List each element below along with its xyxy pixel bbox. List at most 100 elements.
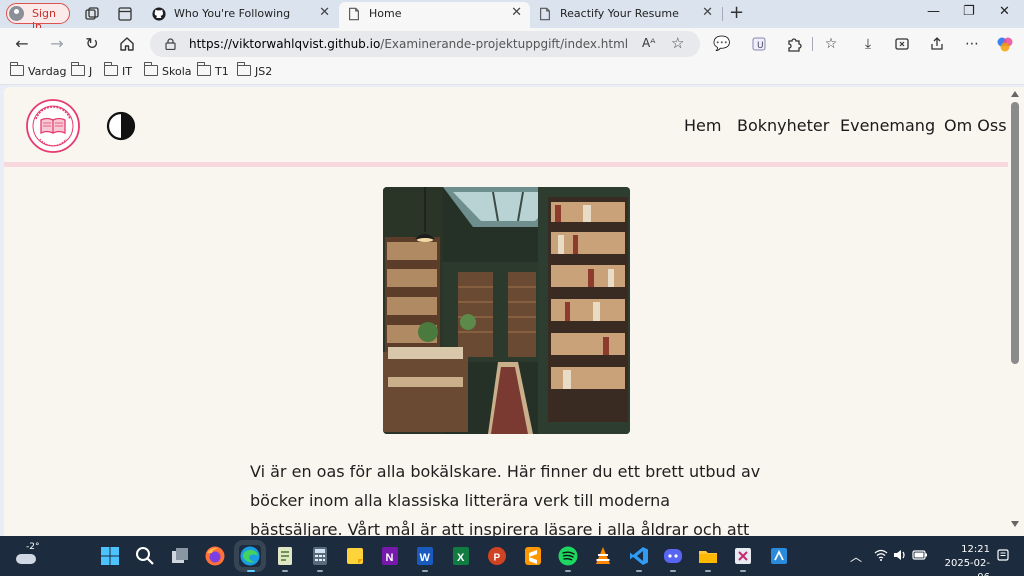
tab-title: Who You're Following (174, 7, 291, 20)
bookmark-folder[interactable]: Skola (144, 62, 192, 81)
toolbar-separator (812, 37, 813, 51)
running-app-indicator (565, 570, 571, 572)
firefox-icon[interactable] (204, 545, 226, 567)
sublime-text-icon[interactable] (522, 545, 544, 567)
tab-reactify[interactable]: Reactify Your Resume ✕ (530, 2, 721, 28)
search-icon[interactable] (134, 545, 156, 567)
azure-data-studio-icon[interactable] (768, 545, 790, 567)
volume-icon[interactable] (893, 548, 907, 562)
favorite-star-icon[interactable]: ☆ (671, 34, 684, 52)
file-explorer-icon[interactable] (697, 545, 719, 567)
scrollbar-thumb[interactable] (1011, 102, 1019, 364)
share-icon[interactable] (928, 35, 946, 53)
close-tab-icon[interactable]: ✕ (319, 5, 330, 20)
nav-link-evenemang[interactable]: Evenemang (840, 116, 935, 135)
active-app-indicator (247, 570, 255, 572)
windows-start-icon[interactable] (99, 545, 121, 567)
bookmark-folder[interactable]: J (71, 62, 92, 81)
tab-separator (722, 7, 723, 21)
favorites-icon[interactable]: ☆ (822, 35, 840, 53)
clock-time: 12:21 (961, 544, 990, 555)
home-icon[interactable] (117, 34, 137, 54)
chat-icon[interactable]: 💬 (713, 35, 731, 53)
forward-arrow-icon[interactable]: → (47, 34, 67, 54)
bookmark-folder[interactable]: JS2 (237, 62, 273, 81)
running-app-indicator (740, 570, 746, 572)
powerpoint-icon[interactable]: P (486, 545, 508, 567)
battery-icon[interactable] (912, 548, 928, 562)
close-tab-icon[interactable]: ✕ (702, 5, 713, 20)
downloads-icon[interactable]: ⤓ (859, 35, 877, 53)
windows-taskbar: -2° N W X P ︿ 12:21 2025-02- (0, 536, 1024, 576)
theme-toggle-icon[interactable] (106, 111, 136, 141)
bookmark-label: IT (122, 65, 132, 78)
restore-icon[interactable]: ❐ (963, 4, 975, 19)
sticky-notes-icon[interactable] (344, 545, 366, 567)
workspaces-icon[interactable] (84, 6, 100, 22)
close-tab-icon[interactable]: ✕ (511, 5, 522, 20)
intro-paragraph: Vi är en oas för alla bokälskare. Här fi… (250, 462, 761, 536)
task-view-icon[interactable] (169, 545, 191, 567)
url-text[interactable]: https://viktorwahlqvist.github.io/Examin… (189, 37, 628, 51)
bookstore-hero-image (383, 187, 630, 434)
tab-title: Reactify Your Resume (560, 7, 679, 20)
nav-link-om-oss[interactable]: Om Oss (944, 116, 1007, 135)
notepad-plus-icon[interactable] (274, 545, 296, 567)
address-bar[interactable]: https://viktorwahlqvist.github.io/Examin… (150, 31, 700, 57)
sign-in-button[interactable]: Sign in (6, 3, 70, 33)
folder-icon (237, 62, 251, 76)
tab-github[interactable]: Who You're Following ✕ (144, 2, 338, 28)
screenshot-icon[interactable] (893, 35, 911, 53)
tab-actions-icon[interactable] (117, 6, 133, 22)
browser-toolbar: ← → ↻ https://viktorwahlqvist.github.io/… (0, 28, 1024, 60)
new-tab-button[interactable]: + (729, 2, 744, 23)
svg-text:W: W (420, 552, 431, 564)
onenote-icon[interactable]: N (379, 545, 401, 567)
wifi-icon[interactable] (874, 548, 888, 562)
snipping-tool-icon[interactable] (732, 545, 754, 567)
back-arrow-icon[interactable]: ← (12, 34, 32, 54)
tab-home[interactable]: Home ✕ (339, 2, 530, 28)
running-app-indicator (422, 570, 428, 572)
show-hidden-icons-chevron-icon[interactable]: ︿ (850, 548, 862, 565)
nav-link-boknyheter[interactable]: Boknyheter (737, 116, 829, 135)
scroll-up-arrow-icon[interactable] (1011, 91, 1019, 97)
vscode-icon[interactable] (628, 545, 650, 567)
bookmark-folder[interactable]: IT (104, 62, 132, 81)
copilot-icon[interactable] (996, 35, 1014, 53)
bookmark-label: Skola (162, 65, 192, 78)
calculator-icon[interactable] (309, 545, 331, 567)
page-icon (349, 7, 359, 21)
scroll-down-arrow-icon[interactable] (1011, 521, 1019, 527)
extension-badge-icon[interactable]: U (750, 35, 768, 53)
bookmark-folder[interactable]: Vardag (10, 62, 66, 81)
word-icon[interactable]: W (414, 545, 436, 567)
page-viewport: Hem Boknyheter Evenemang Om Oss Vi är en… (4, 87, 1008, 536)
vlc-icon[interactable] (592, 545, 614, 567)
tab-title: Home (369, 7, 402, 20)
bookstore-logo[interactable] (26, 99, 80, 153)
edge-icon[interactable] (239, 545, 261, 567)
weather-widget[interactable]: -2° (14, 542, 44, 568)
lock-icon[interactable] (165, 38, 176, 50)
discord-icon[interactable] (662, 545, 684, 567)
nav-link-hem[interactable]: Hem (684, 116, 721, 135)
read-aloud-icon[interactable]: Aᴬ (642, 36, 655, 50)
notifications-icon[interactable] (996, 548, 1010, 562)
svg-text:N: N (386, 552, 394, 564)
bookmark-label: JS2 (255, 65, 273, 78)
spotify-icon[interactable] (557, 545, 579, 567)
minimize-icon[interactable]: — (927, 4, 940, 19)
folder-icon (104, 62, 118, 76)
folder-icon (144, 62, 158, 76)
close-window-icon[interactable]: ✕ (999, 4, 1010, 19)
excel-icon[interactable]: X (450, 545, 472, 567)
extensions-puzzle-icon[interactable] (785, 35, 803, 53)
more-menu-icon[interactable]: ⋯ (963, 35, 981, 53)
svg-text:P: P (494, 553, 501, 564)
bookmark-folder[interactable]: T1 (197, 62, 229, 81)
url-host: https://viktorwahlqvist.github.io (189, 37, 381, 51)
cloud-icon (16, 554, 36, 564)
refresh-icon[interactable]: ↻ (82, 34, 102, 54)
system-clock[interactable]: 12:21 2025-02-06 (940, 543, 990, 576)
